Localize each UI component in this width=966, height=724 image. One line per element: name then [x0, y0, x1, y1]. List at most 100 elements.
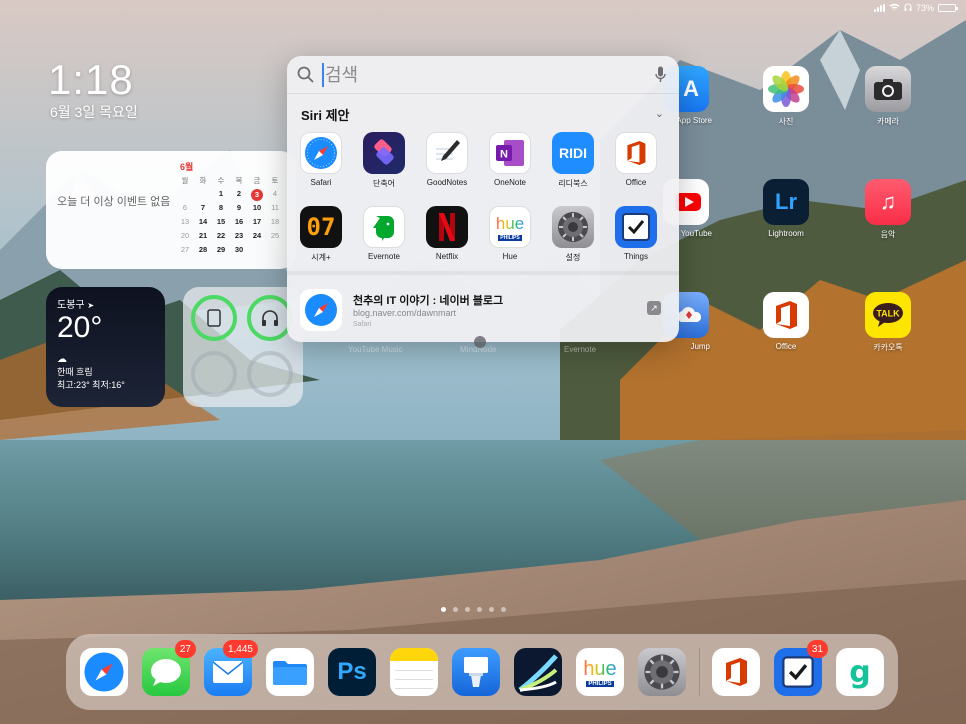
page-dot[interactable]: [441, 607, 446, 612]
web-result-item[interactable]: 천추의 IT 이야기 : 네이버 블로그 blog.naver.com/dawn…: [287, 280, 679, 338]
folder-icon: [273, 661, 307, 685]
dock-photoshop[interactable]: Ps: [328, 648, 376, 696]
calendar-empty-message: 오늘 더 이상 이벤트 없음: [57, 196, 171, 208]
calendar-day: 17: [252, 217, 262, 226]
dock-things[interactable]: 31: [774, 640, 828, 696]
dock-messages[interactable]: 27: [142, 640, 196, 696]
calendar-day: 28: [198, 245, 208, 254]
calendar-day: 29: [216, 245, 226, 254]
dock-hue[interactable]: hue PHILIPS: [576, 648, 624, 696]
calendar-day: 20: [180, 231, 190, 240]
page-dot[interactable]: [453, 607, 458, 612]
dock-lumafusion[interactable]: [514, 648, 562, 696]
suggestion-settings[interactable]: 설정: [543, 206, 603, 263]
envelope-icon: [212, 661, 244, 683]
suggestion-evernote[interactable]: Evernote: [354, 206, 414, 261]
partly-cloudy-icon: ☁: [57, 354, 67, 365]
suggestion-shortcuts[interactable]: 단축어: [354, 132, 414, 189]
lightroom-icon: Lr: [763, 179, 809, 225]
gear-icon: [644, 654, 680, 690]
netflix-icon: [426, 206, 468, 248]
clock-time: 1:18: [48, 56, 134, 103]
keynote-podium-icon: [464, 657, 488, 687]
dock-mail[interactable]: 1,445: [204, 640, 258, 696]
dock-grammarly[interactable]: g: [836, 648, 884, 696]
messages-badge: 27: [174, 640, 196, 658]
office-icon: [726, 658, 747, 686]
suggestion-ridibooks[interactable]: RIDI 리디북스: [543, 132, 603, 189]
calendar-widget[interactable]: 오늘 더 이상 이벤트 없음 6월 월 화 수 목 금 토 1 2 3 4 6 7 8 9 10 11 13 14…: [46, 151, 296, 269]
office-icon: [763, 292, 809, 338]
page-dot[interactable]: [477, 607, 482, 612]
safari-icon: [84, 652, 124, 692]
page-indicator[interactable]: [441, 607, 506, 612]
ridi-icon: RIDI: [552, 132, 594, 174]
siri-suggestions-title: Siri 제안: [301, 108, 350, 123]
search-input[interactable]: [322, 63, 642, 87]
calendar-day: 27: [180, 245, 190, 254]
evernote-elephant-icon: [363, 206, 405, 248]
headphones-icon: [904, 3, 912, 13]
camera-icon: [865, 66, 911, 112]
status-bar: 73%: [873, 3, 958, 13]
calendar-day: 10: [252, 203, 262, 212]
camera-app[interactable]: 카메라: [858, 66, 918, 127]
calendar-day: 13: [180, 217, 190, 226]
photos-app[interactable]: 사진: [756, 66, 816, 127]
batteries-widget[interactable]: [183, 287, 303, 407]
weather-condition: 한때 흐림: [57, 367, 93, 377]
calendar-day: 7: [200, 203, 206, 212]
calendar-day: 6: [182, 203, 188, 212]
empty-battery-ring: [191, 351, 237, 397]
suggestion-things[interactable]: Things: [606, 206, 666, 261]
scroll-indicator[interactable]: [474, 336, 486, 348]
calendar-grid: 월 화 수 목 금 토 1 2 3 4 6 7 8 9 10 11 13 14 15 16 17 18 20 21 22 23 24…: [176, 175, 284, 259]
office-icon: [615, 132, 657, 174]
kakaotalk-app[interactable]: TALK 카카오톡: [858, 292, 918, 353]
calendar-day: 8: [218, 203, 224, 212]
page-dot[interactable]: [465, 607, 470, 612]
suggestion-office[interactable]: Office: [606, 132, 666, 187]
weather-widget[interactable]: 도봉구 ➤ 20° ☁ 한때 흐림 최고:23° 최저:16°: [46, 287, 165, 407]
page-dot[interactable]: [489, 607, 494, 612]
office-app[interactable]: Office: [756, 292, 816, 351]
open-external-icon[interactable]: ↗: [647, 301, 661, 315]
calendar-day: 3: [248, 189, 266, 203]
photos-icon: [763, 66, 809, 112]
onenote-icon: N: [489, 132, 531, 174]
microphone-icon[interactable]: [655, 66, 666, 88]
calendar-today: 3: [251, 189, 263, 201]
dock-office[interactable]: [712, 648, 760, 696]
calendar-day: 30: [234, 245, 244, 254]
spotlight-search-bar: [287, 56, 679, 94]
goodnotes-icon: [426, 132, 468, 174]
dock-safari[interactable]: [80, 648, 128, 696]
dock-files[interactable]: [266, 648, 314, 696]
svg-text:N: N: [500, 149, 508, 161]
clock-plus-icon: 07: [300, 206, 342, 248]
dock-keynote[interactable]: [452, 648, 500, 696]
youtube-music-label: YouTube Music: [348, 345, 403, 354]
suggestion-clock-plus[interactable]: 07 시계+: [291, 206, 351, 263]
location-arrow-icon: ➤: [87, 301, 95, 310]
chevron-down-icon[interactable]: ⌄: [655, 107, 664, 120]
calendar-weekday: 토: [271, 176, 279, 185]
suggestion-safari[interactable]: Safari: [291, 132, 351, 187]
suggestion-hue[interactable]: hue PHILIPS Hue: [480, 206, 540, 261]
music-app[interactable]: ♫ 음악: [858, 179, 918, 240]
svg-text:TALK: TALK: [876, 309, 900, 319]
clock-date: 6월 3일 목요일: [50, 104, 138, 120]
result-url: blog.naver.com/dawnmart: [353, 308, 457, 318]
page-dot[interactable]: [501, 607, 506, 612]
calendar-day: 4: [272, 189, 278, 198]
calendar-day: 15: [216, 217, 226, 226]
dock-settings[interactable]: [638, 648, 686, 696]
calendar-day: [266, 245, 284, 259]
lightroom-app[interactable]: Lr Lightroom: [756, 179, 816, 238]
suggestion-goodnotes[interactable]: GoodNotes: [417, 132, 477, 187]
suggestion-netflix[interactable]: Netflix: [417, 206, 477, 261]
dock-notes[interactable]: [390, 648, 438, 696]
suggestion-onenote[interactable]: N OneNote: [480, 132, 540, 187]
things-badge: 31: [806, 640, 828, 658]
shortcuts-icon: [363, 132, 405, 174]
